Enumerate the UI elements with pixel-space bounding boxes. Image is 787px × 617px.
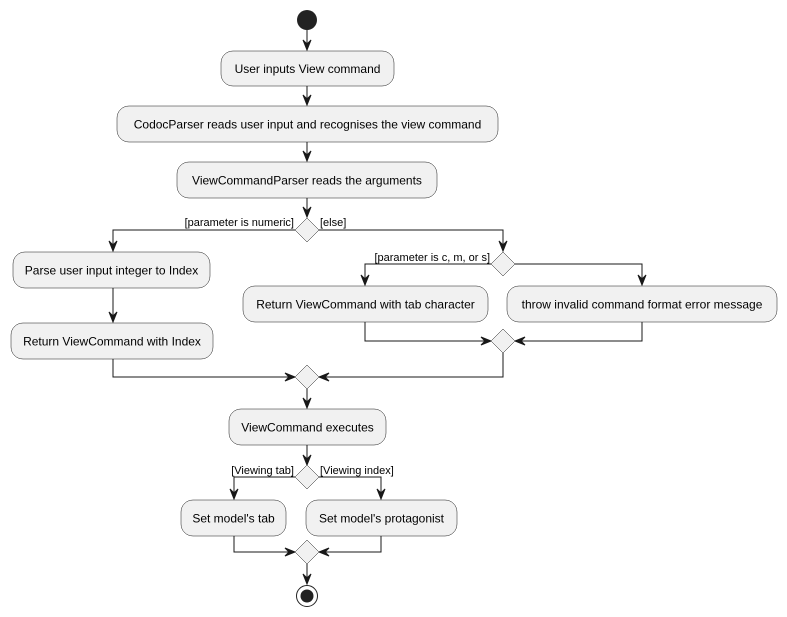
merge-else-branches	[490, 328, 516, 354]
activity-diagram: User inputs View command CodocParser rea…	[10, 10, 778, 607]
decision-tab-character	[490, 251, 516, 277]
decision-viewing-type	[294, 464, 320, 490]
merge-model-updates	[294, 539, 320, 565]
start-node	[297, 10, 317, 30]
edge-viewing-index-branch	[319, 476, 382, 499]
activity-label: CodocParser reads user input and recogni…	[134, 118, 482, 132]
edge-cms-branch	[364, 263, 491, 285]
edge-tab-to-merge	[364, 322, 491, 342]
activity-return-index: Return ViewCommand with Index	[10, 322, 214, 360]
edge-setprot-to-merge	[319, 536, 382, 553]
guard-viewing-tab: [Viewing tab]	[231, 465, 294, 477]
activity-parse-int: Parse user input integer to Index	[12, 251, 211, 289]
activity-executes: ViewCommand executes	[228, 408, 387, 446]
merge-parser-results	[294, 364, 320, 390]
activity-label: User inputs View command	[235, 62, 381, 76]
guard-viewing-index: [Viewing index]	[320, 465, 394, 477]
activity-label: ViewCommandParser reads the arguments	[192, 174, 422, 188]
activity-label: Return ViewCommand with Index	[23, 335, 201, 349]
edge-inner-merge-to-outer	[319, 353, 504, 378]
edge-error-to-merge	[515, 322, 643, 342]
activity-label: ViewCommand executes	[241, 421, 374, 435]
guard-numeric: [parameter is numeric]	[185, 217, 294, 229]
activity-codoc-parser: CodocParser reads user input and recogni…	[116, 105, 499, 143]
activity-view-parser: ViewCommandParser reads the arguments	[176, 161, 438, 199]
guard-cms: [parameter is c, m, or s]	[374, 252, 490, 264]
activity-label: throw invalid command format error messa…	[522, 298, 763, 312]
edge-viewing-tab-branch	[233, 476, 295, 499]
edge-error-branch	[515, 263, 643, 285]
activity-set-tab: Set model's tab	[180, 499, 287, 537]
activity-set-protagonist: Set model's protagonist	[305, 499, 458, 537]
edge-numeric-branch	[112, 229, 295, 251]
activity-label: Parse user input integer to Index	[25, 264, 198, 278]
edge-return-index-to-merge	[112, 359, 295, 378]
activity-label: Return ViewCommand with tab character	[256, 298, 475, 312]
decision-parameter-type	[294, 217, 320, 243]
edge-else-branch	[319, 229, 504, 251]
activity-return-tab: Return ViewCommand with tab character	[242, 285, 489, 323]
edge-settab-to-merge	[233, 536, 295, 553]
end-node	[296, 585, 318, 607]
guard-else: [else]	[320, 217, 346, 229]
activity-label: Set model's tab	[192, 512, 275, 526]
activity-throw-error: throw invalid command format error messa…	[506, 285, 778, 323]
activity-label: Set model's protagonist	[319, 512, 445, 526]
activity-user-inputs: User inputs View command	[220, 50, 395, 87]
